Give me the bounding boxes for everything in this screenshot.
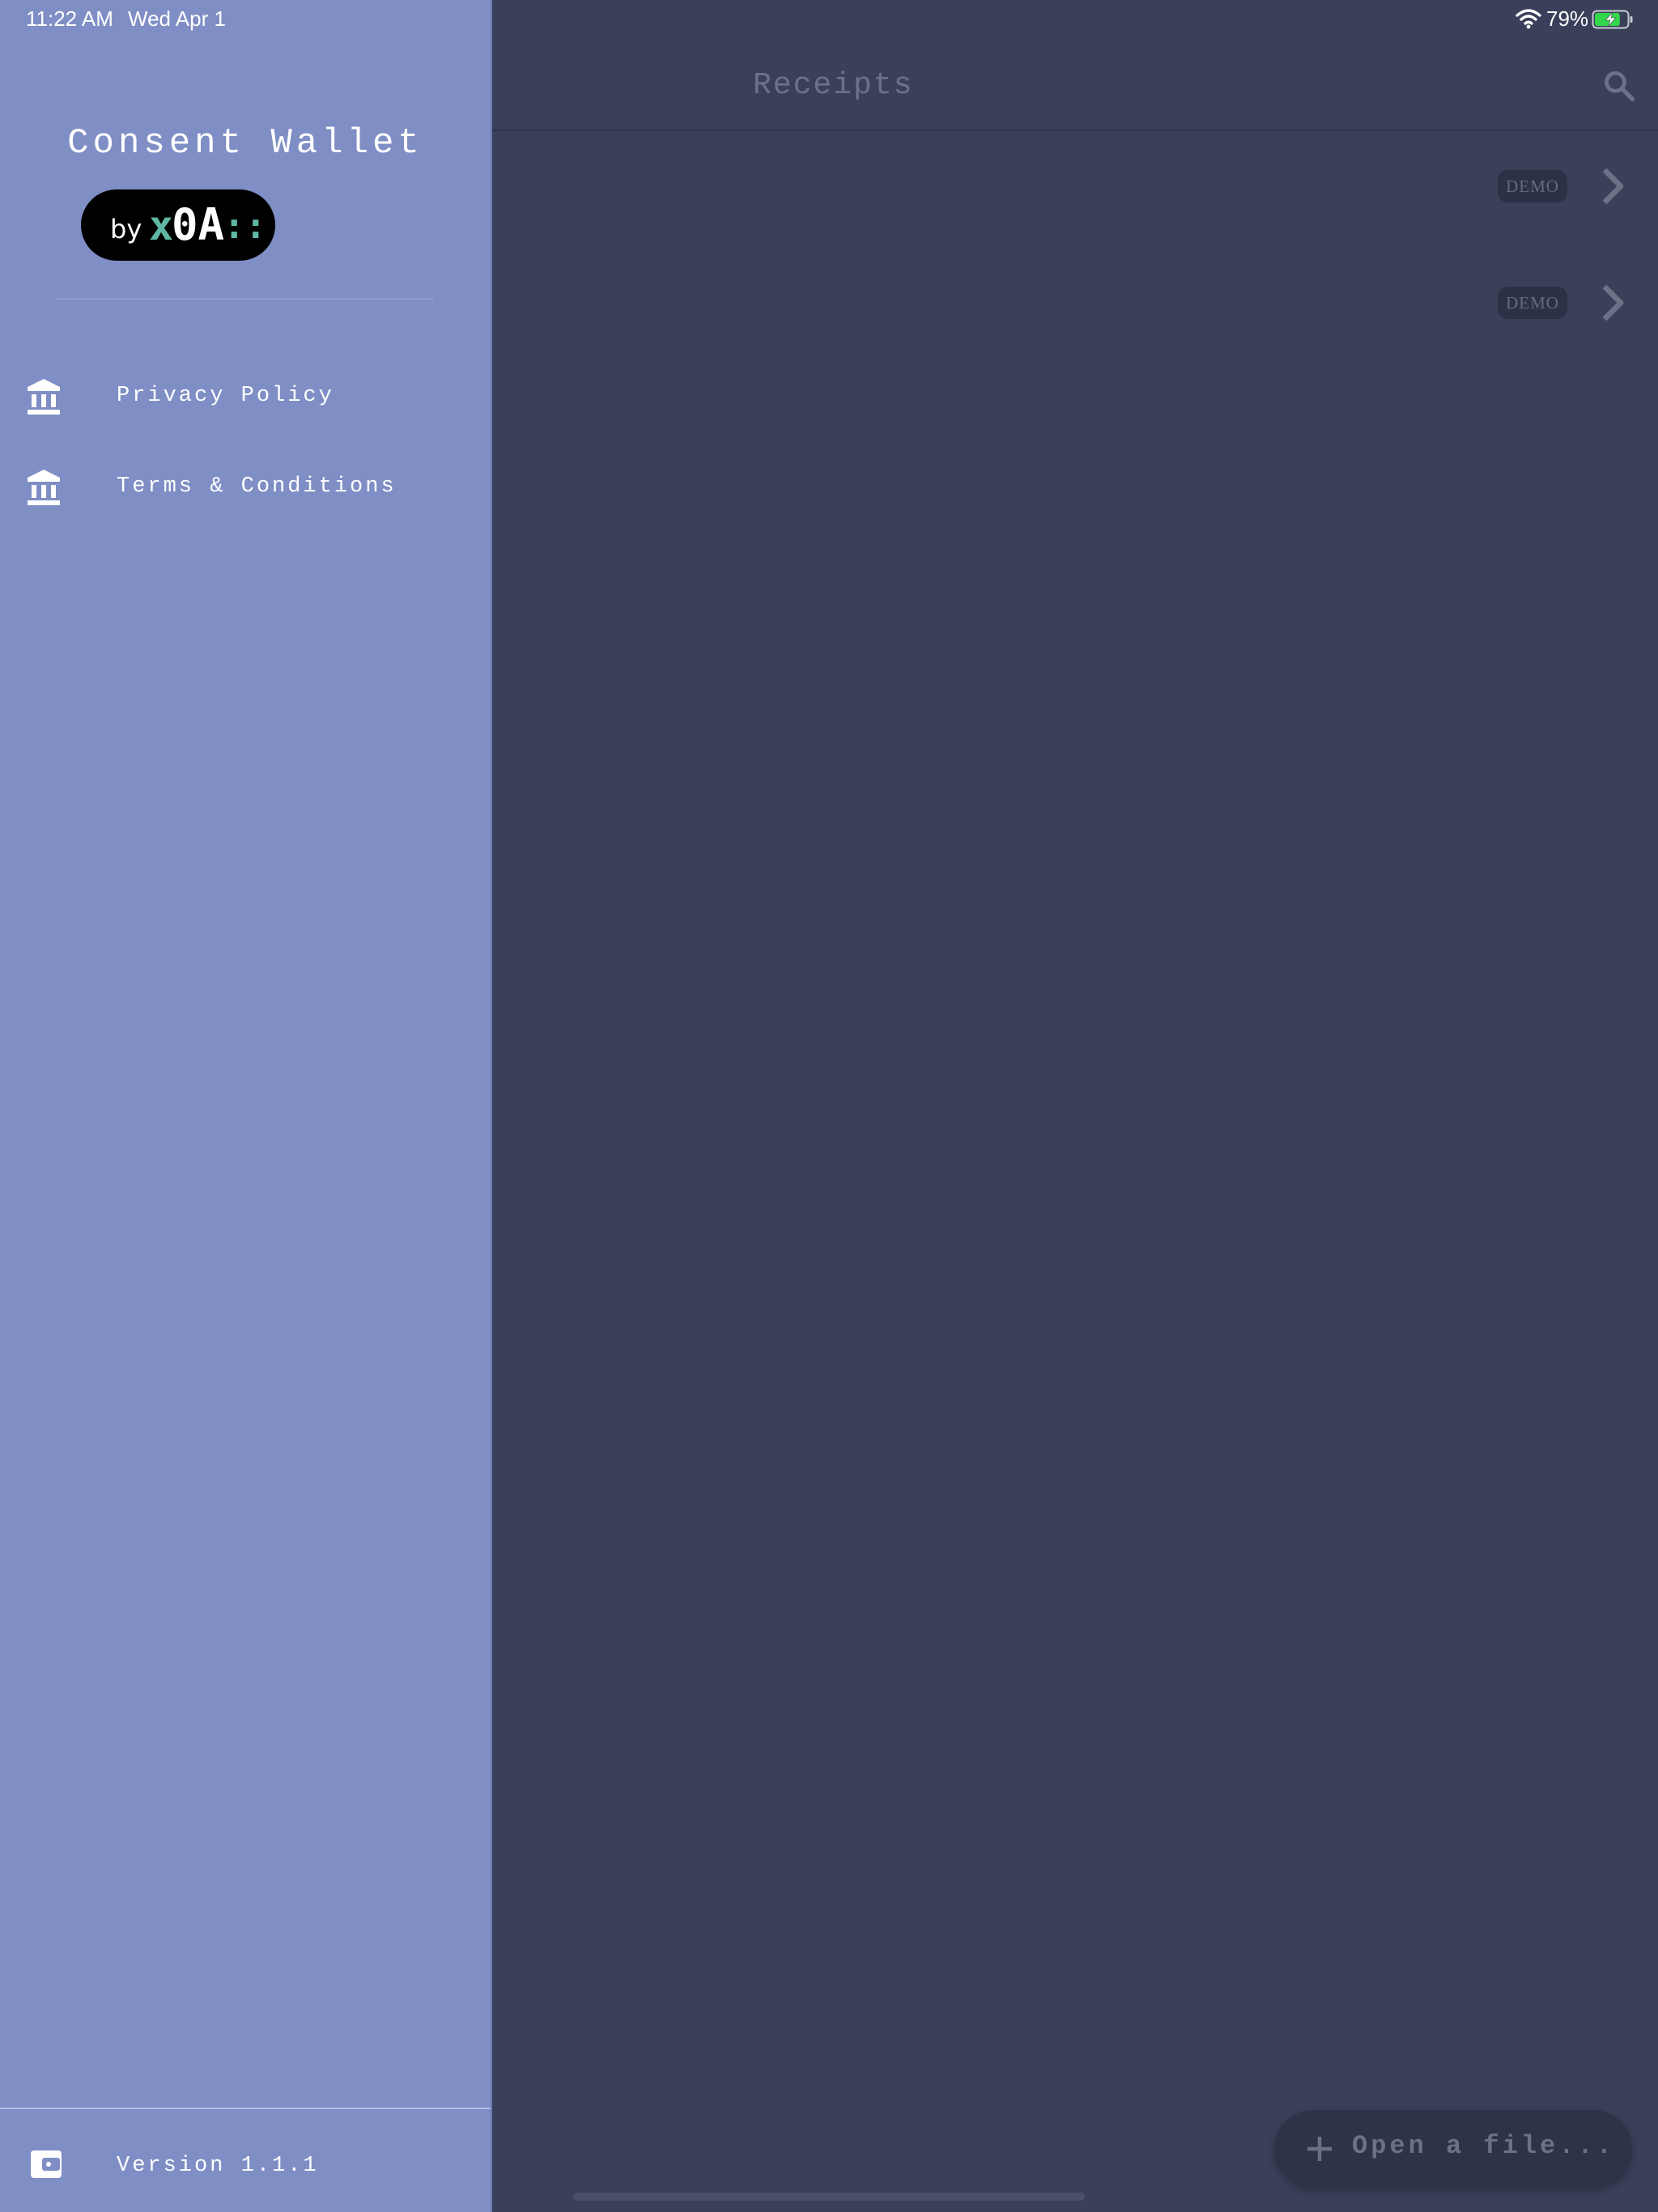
wallet-icon bbox=[31, 2150, 62, 2178]
page-title: Receipts bbox=[753, 68, 914, 103]
drawer-divider bbox=[57, 298, 434, 300]
search-icon[interactable] bbox=[1601, 68, 1637, 104]
bank-icon bbox=[28, 470, 60, 505]
status-time: 11:22 AM bbox=[26, 6, 113, 31]
menu-label: Privacy Policy bbox=[117, 384, 334, 408]
battery-percent: 79% bbox=[1546, 6, 1589, 31]
menu-item-privacy-policy[interactable]: Privacy Policy bbox=[0, 353, 491, 442]
menu-item-terms-conditions[interactable]: Terms & Conditions bbox=[0, 444, 491, 533]
navigation-drawer: Consent Wallet by x 0A :: Privacy Policy bbox=[0, 0, 492, 2212]
plus-icon bbox=[1307, 2137, 1332, 2161]
status-date: Wed Apr 1 bbox=[128, 6, 226, 31]
menu-label: Terms & Conditions bbox=[117, 474, 397, 499]
open-file-button[interactable]: Open a file... bbox=[1274, 2110, 1632, 2188]
open-file-label: Open a file... bbox=[1352, 2131, 1615, 2161]
home-indicator[interactable] bbox=[573, 2193, 1085, 2201]
screen: Receipts DEMO DEMO Open a file... 11:22 … bbox=[0, 0, 1658, 2212]
version-label: Version 1.1.1 bbox=[117, 2154, 319, 2178]
receipt-row[interactable]: DEMO bbox=[486, 130, 1658, 246]
brand-dots-text: :: bbox=[223, 206, 266, 247]
brand-x-text: x bbox=[149, 202, 174, 249]
chevron-right-icon bbox=[1602, 284, 1624, 321]
receipt-row[interactable]: DEMO bbox=[486, 246, 1658, 363]
drawer-footer-divider bbox=[0, 2108, 491, 2109]
chevron-right-icon bbox=[1602, 168, 1624, 205]
brand-logo: by x 0A :: bbox=[81, 189, 275, 261]
brand-by-text: by bbox=[110, 214, 142, 245]
demo-badge: DEMO bbox=[1498, 170, 1567, 202]
demo-badge: DEMO bbox=[1498, 287, 1567, 319]
battery-charging-icon bbox=[1592, 10, 1633, 29]
bank-icon bbox=[28, 379, 60, 415]
brand-0a-text: 0A bbox=[172, 199, 225, 250]
wifi-icon bbox=[1516, 9, 1541, 29]
app-name: Consent Wallet bbox=[67, 123, 423, 164]
